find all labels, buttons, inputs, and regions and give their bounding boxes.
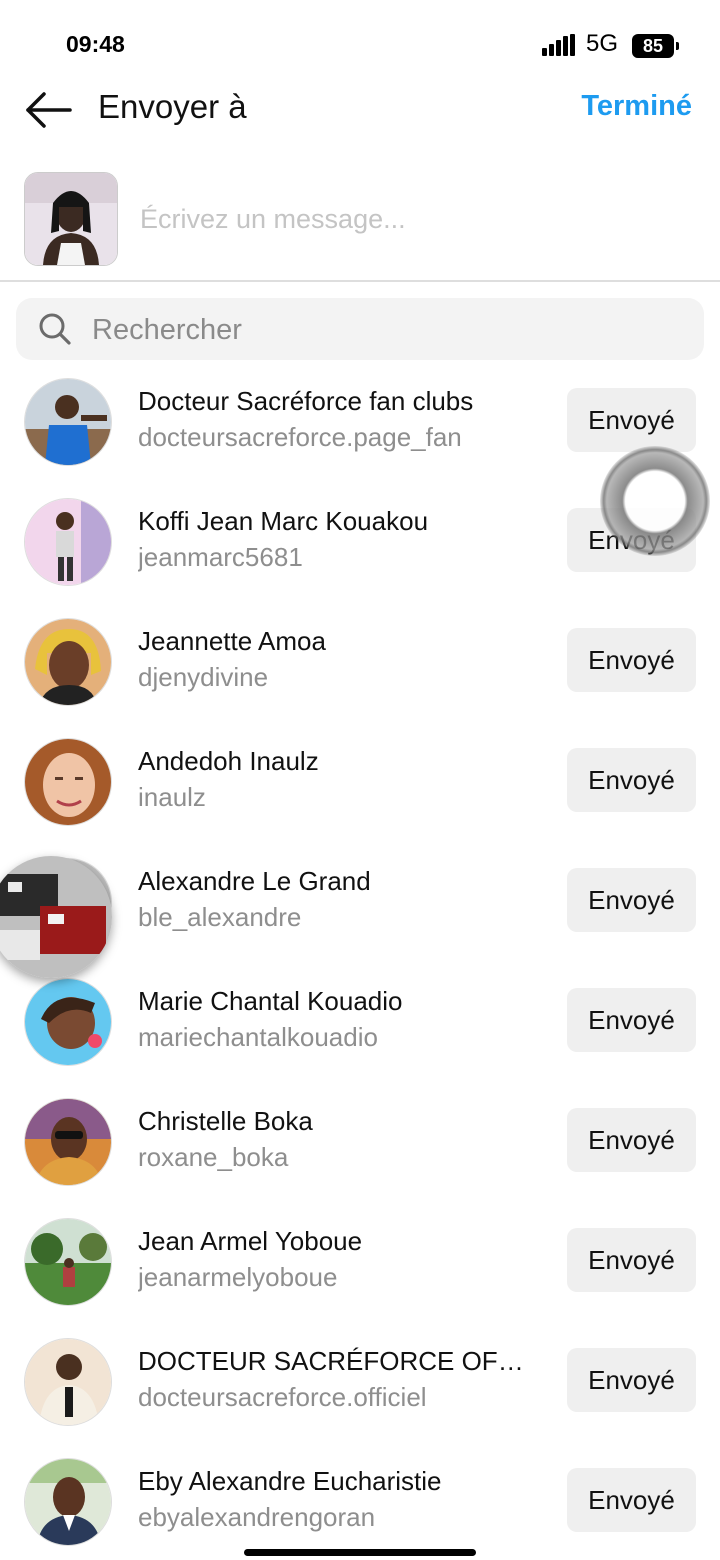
message-composer [0,170,720,282]
avatar [24,618,112,706]
contact-username: jeanmarc5681 [138,542,303,572]
contact-name: Andedoh Inaulz [138,746,319,776]
sent-button[interactable]: Envoyé [567,988,696,1052]
search-icon [39,313,71,345]
message-input[interactable] [138,198,682,240]
contact-name: Docteur Sacréforce fan clubs [138,386,474,416]
avatar [24,378,112,466]
back-arrow-icon[interactable] [22,90,74,130]
network-label: 5G [586,30,619,57]
home-indicator[interactable] [244,1549,476,1556]
list-item[interactable]: Docteur Sacréforce fan clubs docteursacr… [0,360,720,480]
done-button[interactable]: Terminé [581,90,692,123]
list-item[interactable]: Jeannette Amoa djenydivine Envoyé [0,600,720,720]
avatar [24,738,112,826]
avatar [24,1458,112,1546]
list-item[interactable]: Andedoh Inaulz inaulz Envoyé [0,720,720,840]
contact-name: Koffi Jean Marc Kouakou [138,506,429,536]
sent-button[interactable]: Envoyé [567,748,696,812]
page-title: Envoyer à [98,88,247,125]
contact-username: mariechantalkouadio [138,1022,378,1052]
status-bar: 09:48 5G 85 [0,0,720,80]
contact-username: docteursacreforce.officiel [138,1382,427,1412]
contact-name: DOCTEUR SACRÉFORCE OFFI... [138,1346,528,1376]
sent-button[interactable]: Envoyé [567,1468,696,1532]
contact-name: Jean Armel Yoboue [138,1226,363,1256]
avatar [24,978,112,1066]
search-input[interactable] [90,310,674,350]
contact-username: ble_alexandre [138,902,302,932]
battery-icon: 85 [632,34,674,58]
contact-username: roxane_boka [138,1142,289,1172]
signal-icon [542,34,575,56]
list-item[interactable]: Christelle Boka roxane_boka Envoyé [0,1080,720,1200]
contact-username: docteursacreforce.page_fan [138,422,462,452]
sent-button[interactable]: Envoyé [567,388,696,452]
contact-name: Alexandre Le Grand [138,866,371,896]
contact-username: jeanarmelyoboue [138,1262,338,1292]
sent-button[interactable]: Envoyé [567,628,696,692]
avatar [24,1098,112,1186]
contact-name: Marie Chantal Kouadio [138,986,403,1016]
list-item[interactable]: Jean Armel Yoboue jeanarmelyoboue Envoyé [0,1200,720,1320]
shared-post-thumbnail [24,172,118,266]
search-bar[interactable] [16,298,704,360]
contact-name: Eby Alexandre Eucharistie [138,1466,442,1496]
contact-name: Jeannette Amoa [138,626,326,656]
header: Envoyer à Terminé [0,80,720,140]
contact-username: ebyalexandrengoran [138,1502,376,1532]
contact-username: djenydivine [138,662,269,692]
list-item[interactable]: DOCTEUR SACRÉFORCE OFFI... docteursacref… [0,1320,720,1440]
sent-button[interactable]: Envoyé [567,1228,696,1292]
list-item[interactable]: Marie Chantal Kouadio mariechantalkouadi… [0,960,720,1080]
sent-button[interactable]: Envoyé [567,868,696,932]
avatar [24,498,112,586]
contact-username: inaulz [138,782,206,812]
sent-button[interactable]: Envoyé [567,1108,696,1172]
battery-level: 85 [642,36,664,56]
avatar [24,1338,112,1426]
list-item[interactable]: Eby Alexandre Eucharistie ebyalexandreng… [0,1440,720,1560]
sent-button[interactable]: Envoyé [567,1348,696,1412]
contact-name: Christelle Boka [138,1106,313,1136]
battery-tip [676,42,679,50]
avatar [24,1218,112,1306]
touch-indicator [600,446,710,556]
status-time: 09:48 [66,31,125,57]
